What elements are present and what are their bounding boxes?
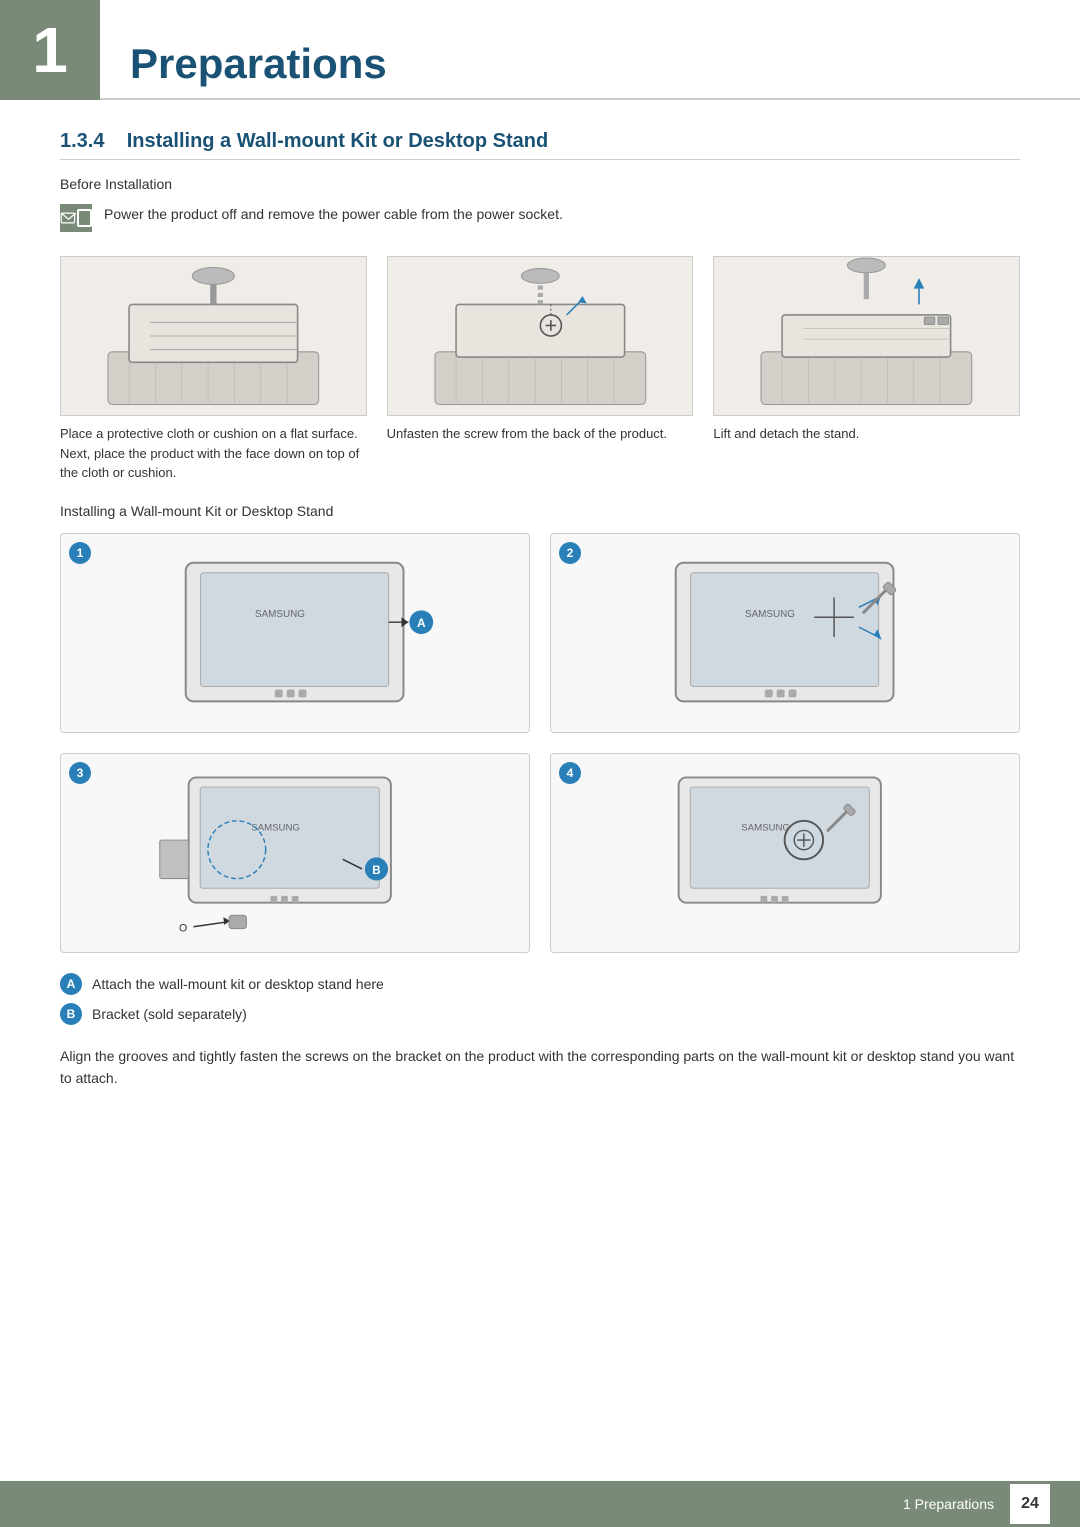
note-box: Power the product off and remove the pow… (60, 204, 1020, 232)
step-badge-1: 1 (69, 542, 91, 564)
image-lift (713, 256, 1020, 416)
image-screw (387, 256, 694, 416)
lift-illustration (714, 257, 1019, 415)
chapter-title-area: Preparations (100, 0, 1080, 100)
step-row-1-2: 1 SAMSUNG (60, 533, 1020, 733)
caption-3: Lift and detach the stand. (713, 424, 1020, 444)
step4-illustration: SAMSUNG (574, 763, 995, 941)
main-content: 1.3.4 Installing a Wall-mount Kit or Des… (0, 130, 1080, 1169)
svg-text:SAMSUNG: SAMSUNG (255, 610, 305, 621)
step-box-4: 4 SAMSUNG (550, 753, 1020, 953)
page-footer: 1 Preparations 24 (0, 1481, 1080, 1527)
step1-illustration: SAMSUNG A (84, 543, 505, 721)
footer-section-label: 1 Preparations (903, 1496, 994, 1512)
chapter-number-block: 1 (0, 0, 100, 100)
before-image-3: Lift and detach the stand. (713, 256, 1020, 483)
legend-text-a: Attach the wall-mount kit or desktop sta… (92, 976, 384, 992)
before-installation-label: Before Installation (60, 176, 1020, 192)
caption-1: Place a protective cloth or cushion on a… (60, 424, 367, 483)
step-badge-3: 3 (69, 762, 91, 784)
note-icon-svg (60, 206, 77, 230)
step-row-3-4: 3 SAMSUNG B (60, 753, 1020, 953)
svg-text:B: B (373, 865, 381, 877)
legend-item-b: B Bracket (sold separately) (60, 1003, 1020, 1025)
svg-text:SAMSUNG: SAMSUNG (742, 823, 791, 834)
section-heading: 1.3.4 Installing a Wall-mount Kit or Des… (60, 130, 1020, 160)
legend-item-a: A Attach the wall-mount kit or desktop s… (60, 973, 1020, 995)
legend-text-b: Bracket (sold separately) (92, 1006, 247, 1022)
before-image-1: Place a protective cloth or cushion on a… (60, 256, 367, 483)
legend-area: A Attach the wall-mount kit or desktop s… (60, 973, 1020, 1025)
step-3-content: SAMSUNG B O (61, 754, 529, 952)
wall-mount-label: Installing a Wall-mount Kit or Desktop S… (60, 503, 1020, 519)
step-2-content: SAMSUNG (551, 534, 1019, 732)
before-install-image-row: Place a protective cloth or cushion on a… (60, 256, 1020, 483)
step-box-2: 2 SAMSUNG (550, 533, 1020, 733)
footer-page-number: 24 (1010, 1484, 1050, 1524)
svg-text:A: A (417, 617, 426, 631)
step-badge-2: 2 (559, 542, 581, 564)
step-4-content: SAMSUNG (551, 754, 1019, 952)
step-1-content: SAMSUNG A (61, 534, 529, 732)
before-image-2: Unfasten the screw from the back of the … (387, 256, 694, 483)
note-text: Power the product off and remove the pow… (104, 204, 563, 225)
page-header: 1 Preparations (0, 0, 1080, 100)
caption-2: Unfasten the screw from the back of the … (387, 424, 694, 444)
step-box-3: 3 SAMSUNG B (60, 753, 530, 953)
legend-badge-a: A (60, 973, 82, 995)
align-note: Align the grooves and tightly fasten the… (60, 1045, 1020, 1090)
image-cloth (60, 256, 367, 416)
cloth-illustration (61, 257, 366, 415)
chapter-title: Preparations (130, 40, 387, 88)
svg-text:SAMSUNG: SAMSUNG (745, 610, 795, 621)
screw-illustration (388, 257, 693, 415)
step3-illustration: SAMSUNG B O (84, 763, 505, 941)
section-number: 1.3.4 (60, 130, 104, 152)
section-title: Installing a Wall-mount Kit or Desktop S… (127, 130, 549, 152)
legend-badge-b: B (60, 1003, 82, 1025)
svg-text:O: O (179, 923, 187, 935)
chapter-number: 1 (32, 18, 68, 82)
step-badge-4: 4 (559, 762, 581, 784)
step2-illustration: SAMSUNG (574, 543, 995, 721)
note-icon (60, 204, 92, 232)
step-box-1: 1 SAMSUNG (60, 533, 530, 733)
svg-text:SAMSUNG: SAMSUNG (252, 823, 301, 834)
